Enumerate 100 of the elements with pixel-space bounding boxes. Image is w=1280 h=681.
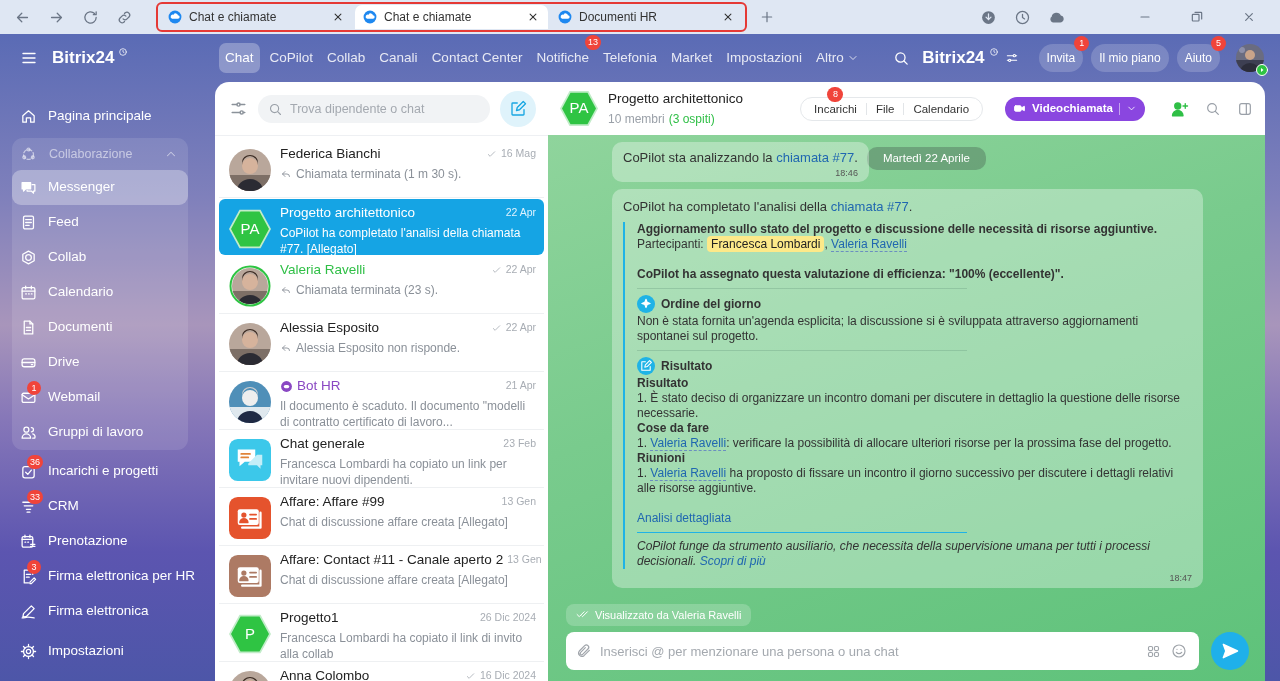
smiley-icon[interactable] — [1171, 643, 1187, 659]
chat-time: 22 Apr — [505, 320, 536, 336]
chat-item[interactable]: Affare: Contact #11 - Canale aperto 2 13 Gen Chat di discussione affare creata [Allegato] — [219, 546, 544, 604]
report-title: Aggiornamento sullo stato del progetto e discussione delle necessità di risorse aggiuntive. — [637, 222, 1159, 237]
count-badge: 8 — [827, 86, 844, 102]
chat-time: 26 Dic 2024 — [479, 610, 536, 626]
logo[interactable]: Bitrix24 — [922, 45, 985, 71]
add-user-icon[interactable] — [1171, 99, 1189, 118]
guest-count[interactable]: (3 ospiti) — [668, 111, 715, 126]
link[interactable]: Scopri di più — [699, 554, 766, 568]
nav-tab[interactable]: Impostazioni — [720, 42, 809, 74]
nav-tab[interactable]: Market — [665, 42, 719, 74]
nav-tab[interactable]: Collab — [321, 42, 372, 74]
nav-tab[interactable]: CoPilot — [263, 42, 320, 74]
edit-icon — [637, 357, 655, 375]
gear-icon — [20, 643, 37, 660]
report-text: 1. Valeria Ravelli ha proposto di fissare un incontro il giorno successivo per discutere i dettagli relativi alle risorse aggiuntive. — [637, 466, 1175, 496]
link[interactable]: chiamata #77 — [776, 150, 855, 165]
new-chat-button[interactable] — [500, 90, 536, 127]
chat-item[interactable]: Bot HR 21 Apr Il documento è scaduto. Il documento "modelli di contratto certificato di lavoro... — [219, 372, 544, 430]
sidebar-item[interactable]: Incarichi e progetti 36 — [12, 454, 194, 489]
section-title: Ordine del giorno — [661, 296, 761, 312]
subheading: Risultato — [637, 376, 690, 390]
message-preview: Il documento è scaduto. Il documento "modelli di contratto certificato di lavoro... — [280, 398, 527, 431]
mention-link[interactable]: Valeria Ravelli — [831, 237, 907, 252]
nav-tab[interactable]: Altro — [810, 42, 865, 74]
chat-name: Alessia Esposito — [280, 319, 380, 337]
mention-highlight[interactable]: Francesca Lombardi — [707, 236, 825, 252]
compose-icon — [509, 99, 527, 118]
group-header[interactable]: Collaborazione — [49, 144, 152, 164]
browser-tab[interactable]: Chat e chiamate — [355, 5, 548, 29]
mention-link[interactable]: Valeria Ravelli — [650, 466, 727, 481]
chat-item[interactable]: Alessia Esposito 22 Apr Alessia Esposito non risponde. — [219, 314, 544, 372]
reload-icon[interactable] — [81, 8, 99, 26]
sidebar-item[interactable]: Gruppi di lavoro — [12, 415, 188, 450]
nav-tab[interactable]: Contact Center — [425, 42, 529, 74]
efficiency-text: CoPilot ha assegnato questa valutazione di efficienza: "100% (eccellente)". — [637, 267, 1065, 282]
message-input[interactable]: Inserisci @ per menzionare una persona o una chat — [566, 632, 1199, 670]
sidebar-item[interactable]: CRM 33 — [12, 489, 194, 524]
history-icon[interactable] — [1013, 8, 1031, 26]
chat-item[interactable]: Federica Bianchi 16 Mag Chiamata terminata (1 m 30 s). — [219, 140, 544, 198]
chat-item[interactable]: Affare: Affare #99 13 Gen Chat di discussione affare creata [Allegato] — [219, 488, 544, 546]
send-button[interactable] — [1211, 632, 1249, 670]
logo[interactable]: Bitrix24 — [52, 45, 115, 71]
header-tab[interactable]: Incarichi — [805, 102, 866, 115]
users-icon — [20, 424, 37, 441]
header-tab[interactable]: Calendario — [904, 102, 979, 115]
search-icon[interactable] — [1205, 100, 1221, 117]
count-badge: 33 — [27, 490, 43, 504]
sidebar-item[interactable]: Collab — [12, 240, 188, 275]
chat-item[interactable]: Valeria Ravelli 22 Apr Chiamata terminata (23 s). — [219, 256, 544, 314]
sliders-icon[interactable] — [1004, 51, 1019, 65]
new-tab-icon[interactable] — [759, 9, 775, 25]
sidebar-item[interactable]: Webmail 1 — [12, 380, 188, 415]
sidebar-item[interactable]: Drive — [12, 345, 188, 380]
sidebar-item[interactable]: Firma elettronica — [12, 594, 194, 629]
sidebar-item[interactable]: Impostazioni — [12, 634, 194, 669]
message-preview: Chiamata terminata (1 m 30 s). — [296, 166, 462, 183]
sidebar-item[interactable]: Messenger — [12, 170, 188, 205]
count-badge: 3 — [27, 560, 41, 574]
details-link[interactable]: Analisi dettagliata — [637, 511, 732, 525]
video-call-button[interactable]: Videochiamata — [1005, 96, 1145, 121]
chat-item[interactable]: Anna Colombo 16 Dic 2024 — [219, 662, 544, 681]
paperclip-icon[interactable] — [576, 643, 592, 659]
browser-tab[interactable]: Documenti HR — [550, 5, 743, 29]
grid-icon[interactable] — [1146, 644, 1161, 659]
sidebar-item[interactable]: Feed — [12, 205, 188, 240]
message-preview: Chiamata terminata (23 s). — [296, 282, 439, 299]
message-preview: CoPilot ha completato l'analisi della chiamata #77. [Allegato] — [280, 225, 522, 258]
status-icon — [1256, 64, 1268, 76]
avatar: PA — [229, 208, 271, 250]
link[interactable]: chiamata #77 — [830, 198, 909, 214]
app-icon — [558, 10, 572, 24]
download-icon[interactable] — [979, 8, 997, 26]
sidebar-item[interactable]: Calendario — [12, 275, 188, 310]
nav-tab[interactable]: Canali — [373, 42, 424, 74]
search-field[interactable]: Trova dipendente o chat — [258, 94, 490, 123]
maximize-icon[interactable] — [1189, 9, 1205, 25]
avatar: PA — [560, 89, 598, 128]
sidebar-item[interactable]: Prenotazione — [12, 524, 194, 559]
sidebar-item[interactable]: Documenti — [12, 310, 188, 345]
pen-icon — [20, 603, 37, 620]
video-icon — [1013, 102, 1027, 115]
chat-item[interactable]: P Progetto1 26 Dic 2024 Francesca Lombardi ha copiato il link di invito alla collab — [219, 604, 544, 662]
browser-tab[interactable]: Chat e chiamate — [160, 5, 353, 29]
feed-icon — [20, 214, 37, 231]
header-tab[interactable]: File — [866, 102, 904, 115]
sidebar-item[interactable]: Firma elettronica per HR 3 — [12, 559, 194, 594]
chat-time: 16 Dic 2024 — [479, 668, 536, 681]
subheading: Cose da fare — [637, 421, 711, 436]
panel-icon[interactable] — [1237, 100, 1253, 117]
hexagon-icon — [20, 249, 37, 266]
chat-item[interactable]: Chat generale 23 Feb Francesca Lombardi ha copiato un link per invitare nuovi dipendenti. — [219, 430, 544, 488]
search-icon[interactable] — [893, 49, 911, 67]
sidebar-item[interactable]: Pagina principale — [12, 99, 194, 134]
filter-icon[interactable] — [229, 99, 248, 118]
chat-item[interactable]: PA Progetto architettonico 22 Apr CoPilot ha completato l'analisi della chiamata #77. [Allegato] — [219, 199, 544, 255]
header-button[interactable]: Il mio piano — [1091, 44, 1169, 72]
nav-tab[interactable]: Chat — [219, 42, 260, 74]
task-icon — [20, 463, 37, 480]
